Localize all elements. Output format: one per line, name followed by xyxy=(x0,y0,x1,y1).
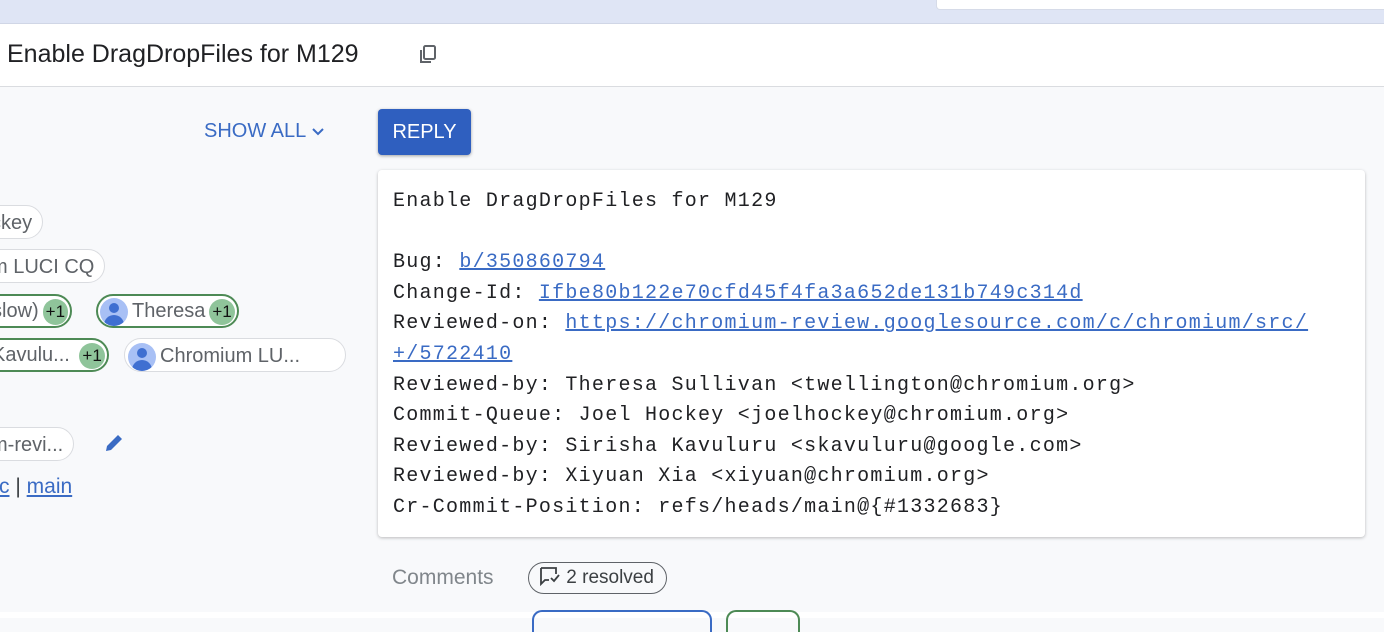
bug-link[interactable]: b/350860794 xyxy=(459,251,605,274)
change-title: Enable DragDropFiles for M129 xyxy=(7,40,359,68)
chip-label: m LUCI CQ xyxy=(0,256,95,278)
reviewed-on-label: Reviewed-on: xyxy=(393,312,566,336)
chevron-down-icon xyxy=(312,128,324,136)
cc-chip[interactable]: m LUCI CQ xyxy=(0,249,106,283)
comment-resolved-icon xyxy=(540,567,560,587)
reviewer-chip[interactable]: ckey xyxy=(0,205,44,239)
vote-badge: +1 xyxy=(209,299,235,325)
commit-subject: Enable DragDropFiles for M129 xyxy=(393,190,778,213)
repo-branch: rc | main xyxy=(0,475,72,499)
hashtag-chip[interactable]: m-revi... xyxy=(0,427,75,461)
chip-label: Kavulu... xyxy=(0,344,70,366)
commit-message: Enable DragDropFiles for M129 Bug: b/350… xyxy=(378,170,1365,537)
reviewer-chip-theresa[interactable]: Theresa +1 xyxy=(96,294,239,328)
reviewed-on-link[interactable]: https://chromium-review.googlesource.com… xyxy=(565,312,1308,335)
reply-button[interactable]: REPLY xyxy=(378,109,471,155)
reviewed-on-link-cont[interactable]: +/5722410 xyxy=(393,343,512,366)
chip-label: slow) xyxy=(0,300,39,322)
edit-icon[interactable] xyxy=(103,432,125,454)
trailer: Reviewed-by: Theresa Sullivan <twellingt… xyxy=(393,373,1136,397)
change-id-label: Change-Id: xyxy=(393,281,539,305)
partial-button[interactable] xyxy=(726,610,800,632)
bug-label: Bug: xyxy=(393,251,460,275)
reviewer-chip-chromium[interactable]: Chromium LU... xyxy=(124,338,346,372)
resolved-comments-chip[interactable]: 2 resolved xyxy=(528,562,667,594)
vote-badge: +1 xyxy=(42,299,69,325)
chip-label: m-revi... xyxy=(0,434,64,456)
branch-link[interactable]: main xyxy=(27,475,73,498)
avatar xyxy=(100,297,128,326)
copy-icon[interactable] xyxy=(418,44,438,66)
show-all-label: SHOW ALL xyxy=(204,120,306,142)
repo-link[interactable]: rc xyxy=(0,475,10,498)
partial-button[interactable] xyxy=(532,610,712,632)
trailer: Cr-Commit-Position: refs/heads/main@{#13… xyxy=(393,495,1004,519)
trailer: Reviewed-by: Sirisha Kavuluru <skavuluru… xyxy=(393,434,1083,458)
chip-label: ckey xyxy=(0,212,33,234)
trailer: Reviewed-by: Xiyuan Xia <xiyuan@chromium… xyxy=(393,465,990,489)
avatar xyxy=(128,342,156,371)
chip-label: Theresa xyxy=(132,300,206,322)
resolved-count: 2 resolved xyxy=(566,567,654,588)
reviewer-chip[interactable]: slow)+1 xyxy=(0,294,73,328)
chip-label: Chromium LU... xyxy=(160,345,301,367)
show-all-button[interactable]: SHOW ALL xyxy=(204,120,325,143)
comments-label: Comments xyxy=(392,566,494,589)
trailer: Commit-Queue: Joel Hockey <joelhockey@ch… xyxy=(393,404,1070,428)
reviewer-chip[interactable]: Kavulu... +1 xyxy=(0,338,109,372)
separator: | xyxy=(15,475,21,498)
change-header: Enable DragDropFiles for M129 xyxy=(0,24,1384,87)
search-input[interactable] xyxy=(936,0,1384,10)
change-id-link[interactable]: Ifbe80b122e70cfd45f4fa3a652de131b749c314… xyxy=(539,282,1083,305)
vote-badge: +1 xyxy=(79,343,105,369)
